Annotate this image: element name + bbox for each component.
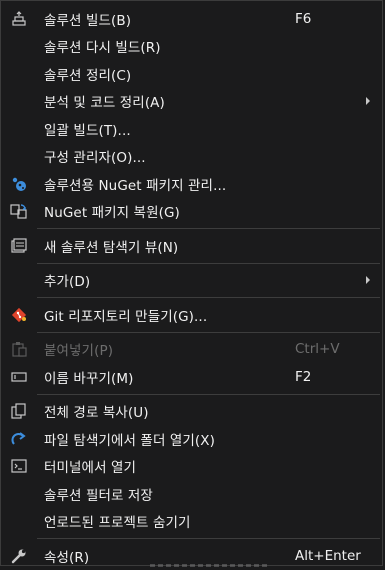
- submenu-arrow-icon: [366, 276, 370, 285]
- menu-item-label: 추가(D): [44, 274, 91, 291]
- menu-item-analyze-code-cleanup[interactable]: 분석 및 코드 정리(A): [1, 88, 382, 116]
- menu-item-label: 이름 바꾸기(M): [44, 370, 134, 387]
- menu-item-open-in-terminal[interactable]: 터미널에서 열기: [1, 453, 382, 481]
- menu-item-restore-nuget[interactable]: NuGet 패키지 복원(G): [1, 198, 382, 226]
- menu-item-label: NuGet 패키지 복원(G): [44, 205, 180, 222]
- menu-item-paste: 붙여넣기(P) Ctrl+V: [1, 336, 382, 364]
- menu-item-label: 전체 경로 복사(U): [44, 405, 149, 422]
- git-icon: [11, 307, 27, 323]
- menu-separator: [37, 297, 380, 298]
- menu-item-label: 솔루션 필터로 저장: [44, 487, 153, 504]
- menu-item-label: 구성 관리자(O)...: [44, 150, 146, 167]
- menu-item-label: Git 리포지토리 만들기(G)...: [44, 308, 208, 325]
- menu-item-create-git-repository[interactable]: Git 리포지토리 만들기(G)...: [1, 301, 382, 329]
- menu-item-label: 새 솔루션 탐색기 뷰(N): [44, 239, 179, 256]
- submenu-arrow-icon: [366, 97, 370, 106]
- menu-item-hide-unloaded-projects[interactable]: 언로드된 프로젝트 숨기기: [1, 508, 382, 536]
- nuget-icon: [11, 176, 27, 192]
- menu-item-label: 일괄 빌드(T)...: [44, 122, 131, 139]
- menu-separator: [37, 393, 380, 395]
- menu-item-label: 파일 탐색기에서 폴더 열기(X): [44, 432, 215, 449]
- menu-item-add[interactable]: 추가(D): [1, 267, 382, 295]
- menu-item-rename[interactable]: 이름 바꾸기(M) F2: [1, 363, 382, 391]
- shortcut-text: Alt+Enter: [295, 547, 361, 564]
- menu-item-label: 솔루션 정리(C): [44, 67, 132, 84]
- menu-item-label: 언로드된 프로젝트 숨기기: [44, 515, 191, 532]
- menu-item-manage-nuget[interactable]: 솔루션용 NuGet 패키지 관리...: [1, 170, 382, 198]
- solution-context-menu: 솔루션 빌드(B) F6 솔루션 다시 빌드(R) 솔루션 정리(C) 분석 및…: [0, 0, 383, 566]
- wrench-icon: [11, 548, 27, 564]
- build-solution-icon: [11, 10, 27, 27]
- menu-item-open-in-file-explorer[interactable]: 파일 탐색기에서 폴더 열기(X): [1, 425, 382, 453]
- menu-separator: [37, 331, 380, 333]
- paste-icon: [11, 341, 27, 357]
- menu-separator: [37, 262, 380, 264]
- menu-item-label: 분석 및 코드 정리(A): [44, 95, 165, 112]
- menu-item-copy-full-path[interactable]: 전체 경로 복사(U): [1, 398, 382, 426]
- terminal-icon: [11, 458, 27, 474]
- menu-separator: [37, 538, 380, 539]
- menu-item-clean-solution[interactable]: 솔루션 정리(C): [1, 60, 382, 88]
- menu-item-label: 터미널에서 열기: [44, 460, 137, 477]
- menu-item-save-as-solution-filter[interactable]: 솔루션 필터로 저장: [1, 480, 382, 508]
- restore-packages-icon: [10, 203, 28, 219]
- copy-icon: [11, 403, 27, 419]
- shortcut-text: F6: [295, 10, 312, 27]
- shortcut-text: Ctrl+V: [295, 341, 340, 358]
- shortcut-text: F2: [295, 368, 312, 385]
- menu-item-configuration-manager[interactable]: 구성 관리자(O)...: [1, 143, 382, 171]
- menu-item-new-solution-explorer-view[interactable]: 새 솔루션 탐색기 뷰(N): [1, 232, 382, 260]
- menu-item-rebuild-solution[interactable]: 솔루션 다시 빌드(R): [1, 33, 382, 61]
- underlying-window-fragment: [150, 561, 270, 567]
- menu-item-label: 솔루션 다시 빌드(R): [44, 40, 161, 57]
- menu-item-label: 속성(R): [44, 549, 90, 566]
- menu-separator: [37, 228, 380, 229]
- menu-item-batch-build[interactable]: 일괄 빌드(T)...: [1, 115, 382, 143]
- menu-item-build-solution[interactable]: 솔루션 빌드(B) F6: [1, 5, 382, 33]
- new-view-icon: [11, 238, 27, 254]
- menu-item-label: 솔루션 빌드(B): [44, 12, 132, 29]
- menu-item-label: 솔루션용 NuGet 패키지 관리...: [44, 177, 227, 194]
- rename-icon: [11, 369, 27, 385]
- open-folder-icon: [11, 431, 27, 447]
- menu-item-label: 붙여넣기(P): [44, 343, 114, 360]
